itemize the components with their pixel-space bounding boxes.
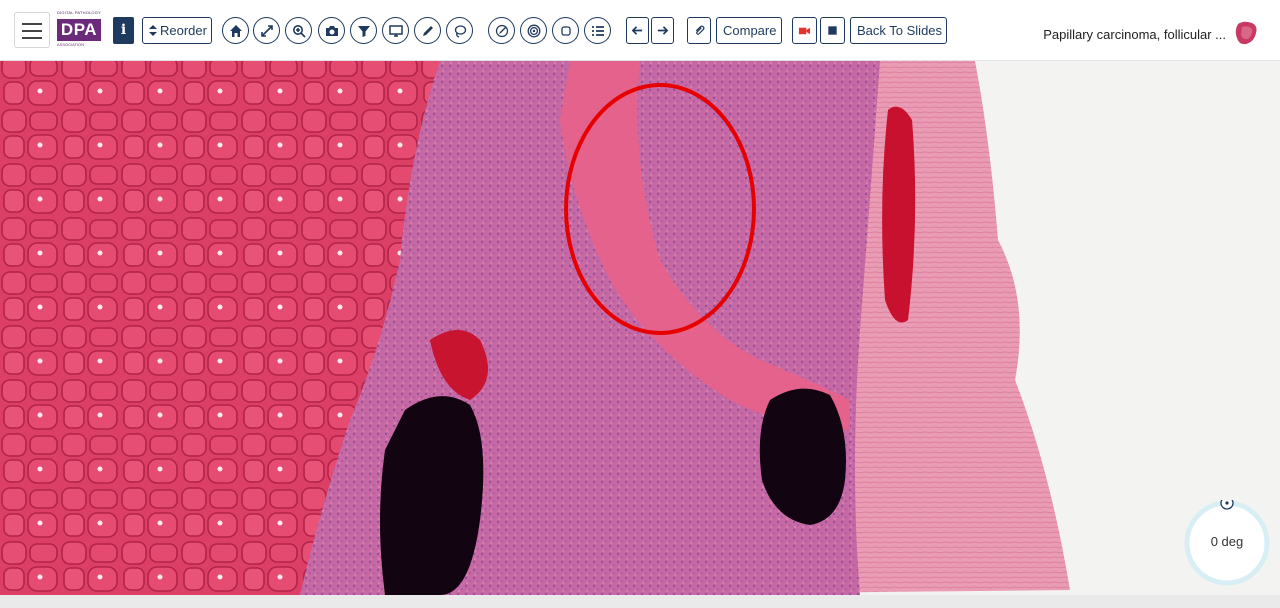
lasso-icon (454, 24, 466, 38)
video-icon (798, 27, 811, 35)
list-button[interactable] (584, 17, 611, 44)
top-toolbar: DIGITAL PATHOLOGY DPA ASSOCIATION i Reor… (0, 0, 1280, 61)
lasso-button[interactable] (446, 17, 473, 44)
home-icon (229, 24, 242, 37)
rotation-dial[interactable]: 0 deg (1184, 496, 1270, 586)
filter-button[interactable] (350, 17, 377, 44)
previous-button[interactable] (626, 17, 649, 44)
bottom-strip (0, 595, 1280, 608)
menu-icon-line (22, 37, 42, 39)
snapshot-button[interactable] (318, 17, 345, 44)
target-icon (527, 24, 540, 37)
fullscreen-icon (260, 24, 273, 37)
attach-button[interactable] (687, 17, 711, 44)
logo-text: DPA (57, 19, 101, 41)
reorder-label: Reorder (160, 23, 207, 38)
filter-icon (357, 25, 370, 37)
square-icon (560, 25, 571, 36)
stop-button[interactable] (820, 17, 845, 44)
paperclip-icon (695, 25, 705, 35)
draw-icon (495, 24, 508, 37)
stop-icon (828, 26, 837, 35)
pencil-button[interactable] (414, 17, 441, 44)
fullscreen-button[interactable] (253, 17, 280, 44)
info-button[interactable]: i (113, 17, 134, 44)
display-button[interactable] (382, 17, 409, 44)
logo-tagline: DIGITAL PATHOLOGY (57, 10, 101, 15)
info-icon: i (120, 22, 127, 38)
draw-button[interactable] (488, 17, 515, 44)
zoom-icon (292, 24, 306, 38)
menu-icon-line (22, 30, 42, 32)
sort-icon (149, 25, 157, 36)
record-button[interactable] (792, 17, 817, 44)
reorder-button[interactable]: Reorder (142, 17, 212, 44)
back-to-slides-label: Back To Slides (857, 23, 943, 38)
rotation-label: 0 deg (1210, 534, 1244, 549)
compare-label: Compare (723, 23, 777, 38)
compare-button[interactable]: Compare (716, 17, 782, 44)
next-button[interactable] (651, 17, 674, 44)
arrow-left-icon (631, 26, 643, 35)
logo-association: ASSOCIATION (57, 42, 85, 47)
slide-thumbnail[interactable] (1234, 20, 1258, 46)
dpa-logo: DIGITAL PATHOLOGY DPA ASSOCIATION (55, 11, 103, 51)
home-button[interactable] (222, 17, 249, 44)
rectangle-button[interactable] (552, 17, 579, 44)
zoom-button[interactable] (285, 17, 312, 44)
back-to-slides-button[interactable]: Back To Slides (850, 17, 947, 44)
slide-title: Papillary carcinoma, follicular ... (1043, 27, 1226, 42)
menu-button[interactable] (14, 12, 50, 48)
menu-icon (22, 23, 42, 25)
target-button[interactable] (520, 17, 547, 44)
camera-icon (325, 25, 338, 36)
list-icon (591, 25, 604, 36)
slide-viewer[interactable]: 0 deg (0, 61, 1280, 595)
tissue-image (0, 61, 1280, 595)
pencil-icon (422, 25, 433, 36)
monitor-icon (388, 24, 403, 37)
arrow-right-icon (657, 26, 669, 35)
